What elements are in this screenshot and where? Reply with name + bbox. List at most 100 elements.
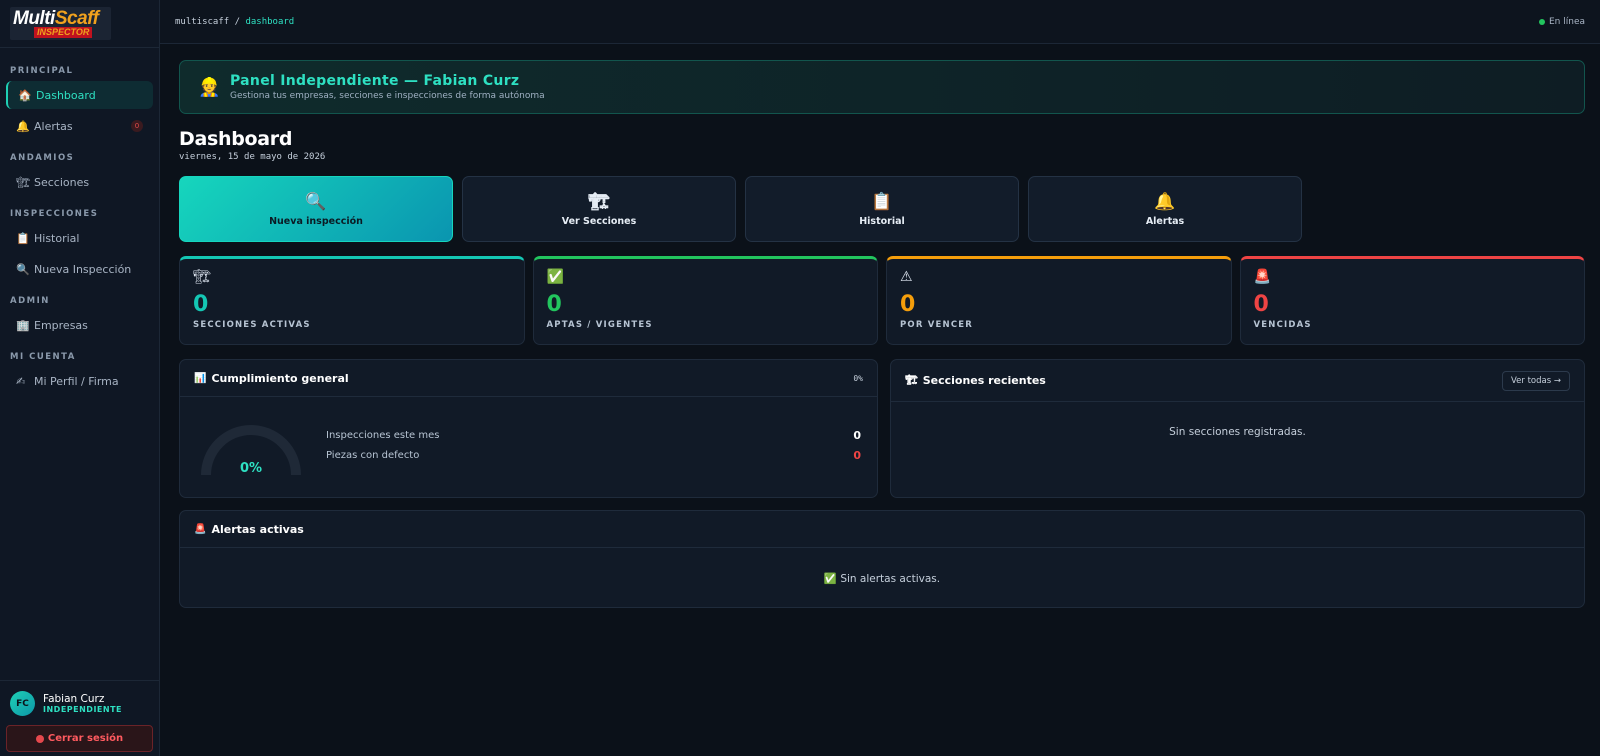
quick-action-label: Alertas (1145, 215, 1185, 227)
stat-card: ⚠ 0 POR VENCER (886, 256, 1232, 345)
sidebar-item-label: Historial (34, 231, 80, 245)
stat-icon: 🚨 (1253, 269, 1271, 285)
logo-subtext: INSPECTOR (34, 27, 93, 38)
page-title: Dashboard (179, 128, 293, 150)
stat-icon: ⚠ (900, 269, 913, 285)
status-indicator: En línea (1538, 17, 1585, 27)
sidebar-item-historial[interactable]: 📋 Historial (6, 224, 153, 252)
empresas-icon: 🏢 (16, 318, 30, 332)
logout-button[interactable]: Cerrar sesión (6, 725, 153, 752)
quick-action-label: Historial (859, 215, 905, 227)
sidebar-item-label: Dashboard (36, 88, 96, 102)
stat-value: 0 (900, 292, 916, 317)
chart-icon: 📊 (194, 372, 207, 384)
user-role: INDEPENDIENTE (43, 705, 122, 714)
breadcrumb-root[interactable]: multiscaff (175, 17, 229, 27)
compliance-gauge: 0% (196, 409, 306, 481)
quick-action-ver-secciones[interactable]: 🏗 Ver Secciones (462, 176, 736, 242)
metric-value: 0 (853, 448, 861, 462)
sidebar-item-mi-perfil-firma[interactable]: ✍ Mi Perfil / Firma (6, 367, 153, 395)
sidebar-item-label: Mi Perfil / Firma (34, 374, 119, 388)
quick-action-alertas[interactable]: 🔔 Alertas (1028, 176, 1302, 242)
sidebar-item-secciones[interactable]: 🏗 Secciones (6, 168, 153, 196)
sidebar-item-nueva-inspeccion[interactable]: 🔍 Nueva Inspección (6, 255, 153, 283)
active-alerts-title: Alertas activas (211, 522, 304, 536)
page-date: viernes, 15 de mayo de 2026 (179, 152, 326, 162)
sidebar-nav: PRINCIPAL 🏠 Dashboard 🔔 Alertas 0 ANDAMIOS 🏗 Sec… (0, 48, 159, 395)
active-alerts-empty: ✅ Sin alertas activas. (180, 548, 1584, 585)
compliance-body: 0% Inspecciones este mes 0 Piezas con def… (180, 397, 877, 493)
sidebar-item-dashboard[interactable]: 🏠 Dashboard (6, 81, 153, 109)
alertas-icon: 🔔 (1154, 191, 1176, 212)
stat-label: SECCIONES ACTIVAS (193, 320, 311, 330)
historial-icon: 📋 (16, 231, 30, 245)
active-alerts-header: 🚨 Alertas activas (180, 511, 1584, 548)
quick-action-label: Nueva inspección (269, 215, 363, 227)
secciones-icon: 🏗 (16, 175, 30, 189)
nav-section-title: ADMIN (10, 296, 50, 306)
stat-label: VENCIDAS (1253, 320, 1312, 330)
logout-label: Cerrar sesión (47, 733, 124, 744)
logo-box: MultiScaff INSPECTOR (10, 7, 111, 40)
logo[interactable]: MultiScaff INSPECTOR (0, 0, 159, 48)
worker-icon: 👷 (198, 76, 221, 98)
sidebar-footer: FC Fabian Curz INDEPENDIENTE Cerrar sesi… (0, 680, 159, 756)
quick-action-nueva-inspeccion[interactable]: 🔍 Nueva inspección (179, 176, 453, 242)
welcome-banner: 👷 Panel Independiente — Fabian Curz Gest… (179, 60, 1585, 114)
stats-row: 🏗 0 SECCIONES ACTIVAS ✅ 0 APTAS / VIGENTE… (179, 256, 1585, 345)
breadcrumb-separator: / (234, 16, 241, 27)
view-all-button[interactable]: Ver todas → (1502, 370, 1570, 391)
sidebar-item-alertas[interactable]: 🔔 Alertas 0 (6, 112, 153, 140)
recent-sections-header: 🏗 Secciones recientes Ver todas → (891, 360, 1584, 402)
stat-label: POR VENCER (900, 320, 974, 330)
stat-icon: ✅ (546, 269, 564, 285)
panels-row: 📊 Cumplimiento general 0% 0% Inspeccione… (179, 359, 1585, 498)
recent-sections-title: Secciones recientes (922, 374, 1046, 387)
stat-card: ✅ 0 APTAS / VIGENTES (532, 256, 878, 345)
quick-action-historial[interactable]: 📋 Historial (745, 176, 1019, 242)
ver-secciones-icon: 🏗 (588, 191, 610, 212)
banner-subtitle: Gestiona tus empresas, secciones e inspe… (230, 91, 545, 101)
banner-title: Panel Independiente — Fabian Curz (230, 73, 520, 89)
metric-row: Inspecciones este mes 0 (326, 425, 861, 445)
main-content: 👷 Panel Independiente — Fabian Curz Gest… (179, 60, 1585, 608)
nueva-inspeccion-icon: 🔍 (16, 262, 30, 276)
nueva-inspeccion-icon: 🔍 (305, 191, 327, 212)
alertas-icon: 🔔 (16, 119, 30, 133)
online-dot-icon (1538, 18, 1545, 25)
metric-row: Piezas con defecto 0 (326, 445, 861, 465)
nav-section-title: MI CUENTA (10, 352, 76, 362)
sidebar-item-label: Nueva Inspección (34, 262, 132, 276)
nav-section-title: INSPECCIONES (10, 209, 99, 219)
active-alerts-empty-text: Sin alertas activas. (840, 573, 941, 585)
metric-value: 0 (853, 428, 861, 442)
quick-actions: 🔍 Nueva inspección 🏗 Ver Secciones 📋 Histo… (179, 176, 1585, 242)
metric-label: Inspecciones este mes (326, 429, 440, 441)
nav-section-title: PRINCIPAL (10, 66, 74, 76)
compliance-percent: 0% (853, 373, 863, 383)
recent-sections-panel: 🏗 Secciones recientes Ver todas → Sin se… (890, 359, 1585, 498)
breadcrumb-current: dashboard (245, 16, 295, 27)
mi-perfil-firma-icon: ✍ (16, 374, 26, 388)
nav-section-title: ANDAMIOS (10, 153, 75, 163)
stat-label: APTAS / VIGENTES (546, 320, 653, 330)
compliance-panel: 📊 Cumplimiento general 0% 0% Inspeccione… (179, 359, 878, 498)
check-icon: ✅ (823, 573, 837, 585)
dashboard-icon: 🏠 (18, 88, 32, 102)
sidebar-item-label: Secciones (34, 175, 90, 189)
compliance-title: Cumplimiento general (211, 371, 349, 385)
historial-icon: 📋 (871, 191, 893, 212)
compliance-header: 📊 Cumplimiento general 0% (180, 360, 877, 397)
sidebar-item-label: Empresas (34, 318, 88, 332)
stat-icon: 🏗 (193, 269, 211, 285)
sidebar-item-label: Alertas (34, 119, 73, 133)
user-name: Fabian Curz (43, 693, 105, 705)
recent-sections-empty: Sin secciones registradas. (1169, 426, 1306, 438)
metric-label: Piezas con defecto (326, 449, 420, 461)
user-card[interactable]: FC Fabian Curz INDEPENDIENTE (6, 691, 153, 716)
siren-icon: 🚨 (194, 523, 207, 535)
stat-value: 0 (193, 292, 209, 317)
stat-card: 🏗 0 SECCIONES ACTIVAS (179, 256, 525, 345)
stat-value: 0 (1253, 292, 1269, 317)
sidebar-item-empresas[interactable]: 🏢 Empresas (6, 311, 153, 339)
